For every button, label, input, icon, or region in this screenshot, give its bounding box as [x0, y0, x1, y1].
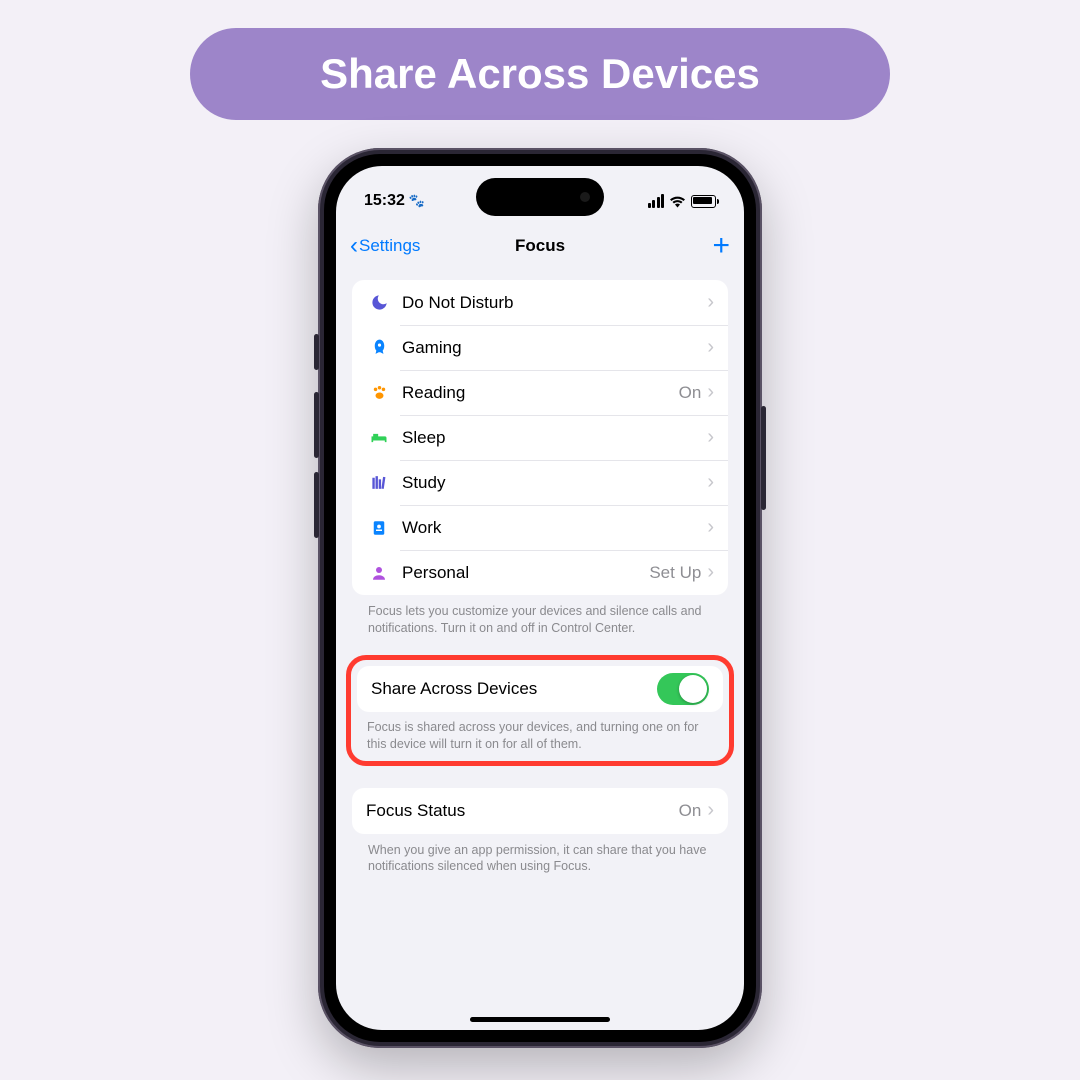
row-label: Reading — [402, 383, 679, 403]
back-label: Settings — [359, 236, 420, 256]
highlight-annotation: Share Across Devices Focus is shared acr… — [346, 655, 734, 766]
paw-icon — [366, 383, 392, 402]
chevron-left-icon: ‹ — [350, 234, 358, 258]
wifi-icon — [669, 195, 686, 208]
battery-icon — [691, 195, 716, 208]
share-toggle[interactable] — [657, 673, 709, 705]
phone-frame: 15:32 🐾 ‹ Settings Focus + — [318, 148, 762, 1048]
focus-row-work[interactable]: Work › — [352, 505, 728, 550]
side-button-vol-down — [314, 472, 319, 538]
share-footer-text: Focus is shared across your devices, and… — [357, 712, 723, 753]
back-button[interactable]: ‹ Settings — [350, 234, 420, 258]
rocket-icon — [366, 338, 392, 357]
focus-row-reading[interactable]: Reading On › — [352, 370, 728, 415]
chevron-right-icon: › — [707, 426, 714, 449]
focus-row-gaming[interactable]: Gaming › — [352, 325, 728, 370]
person-icon — [366, 564, 392, 582]
nav-title: Focus — [515, 236, 565, 256]
focus-row-study[interactable]: Study › — [352, 460, 728, 505]
chevron-right-icon: › — [707, 336, 714, 359]
row-value: On — [679, 383, 702, 403]
bed-icon — [366, 428, 392, 448]
row-label: Do Not Disturb — [402, 293, 701, 313]
focus-status-footer: When you give an app permission, it can … — [352, 834, 728, 876]
row-label: Gaming — [402, 338, 701, 358]
row-value: Set Up — [649, 563, 701, 583]
side-button-mute — [314, 334, 319, 370]
chevron-right-icon: › — [707, 381, 714, 404]
side-button-power — [761, 406, 766, 510]
focus-footer-text: Focus lets you customize your devices an… — [352, 595, 728, 637]
paw-icon: 🐾 — [409, 193, 425, 209]
focus-status-value: On — [679, 801, 702, 821]
nav-bar: ‹ Settings Focus + — [336, 222, 744, 270]
cellular-icon — [648, 194, 665, 208]
focus-status-label: Focus Status — [366, 801, 679, 821]
moon-icon — [366, 293, 392, 312]
focus-status-row[interactable]: Focus Status On › — [352, 788, 728, 834]
chevron-right-icon: › — [707, 799, 714, 822]
row-label: Sleep — [402, 428, 701, 448]
books-icon — [366, 473, 392, 492]
banner-title: Share Across Devices — [320, 50, 760, 98]
home-indicator[interactable] — [470, 1017, 610, 1022]
focus-row-sleep[interactable]: Sleep › — [352, 415, 728, 460]
chevron-right-icon: › — [707, 471, 714, 494]
phone-screen: 15:32 🐾 ‹ Settings Focus + — [336, 166, 744, 1030]
focus-modes-list: Do Not Disturb › Gaming › — [352, 280, 728, 595]
focus-row-do-not-disturb[interactable]: Do Not Disturb › — [352, 280, 728, 325]
share-label: Share Across Devices — [371, 679, 657, 699]
side-button-vol-up — [314, 392, 319, 458]
chevron-right-icon: › — [707, 561, 714, 584]
badge-icon — [366, 519, 392, 537]
focus-row-personal[interactable]: Personal Set Up › — [352, 550, 728, 595]
status-time: 15:32 — [364, 192, 405, 210]
row-label: Study — [402, 473, 701, 493]
row-label: Work — [402, 518, 701, 538]
chevron-right-icon: › — [707, 516, 714, 539]
row-label: Personal — [402, 563, 649, 583]
page-banner: Share Across Devices — [190, 28, 890, 120]
add-button[interactable]: + — [712, 231, 730, 261]
share-across-devices-row[interactable]: Share Across Devices — [357, 666, 723, 712]
dynamic-island — [476, 178, 604, 216]
chevron-right-icon: › — [707, 291, 714, 314]
